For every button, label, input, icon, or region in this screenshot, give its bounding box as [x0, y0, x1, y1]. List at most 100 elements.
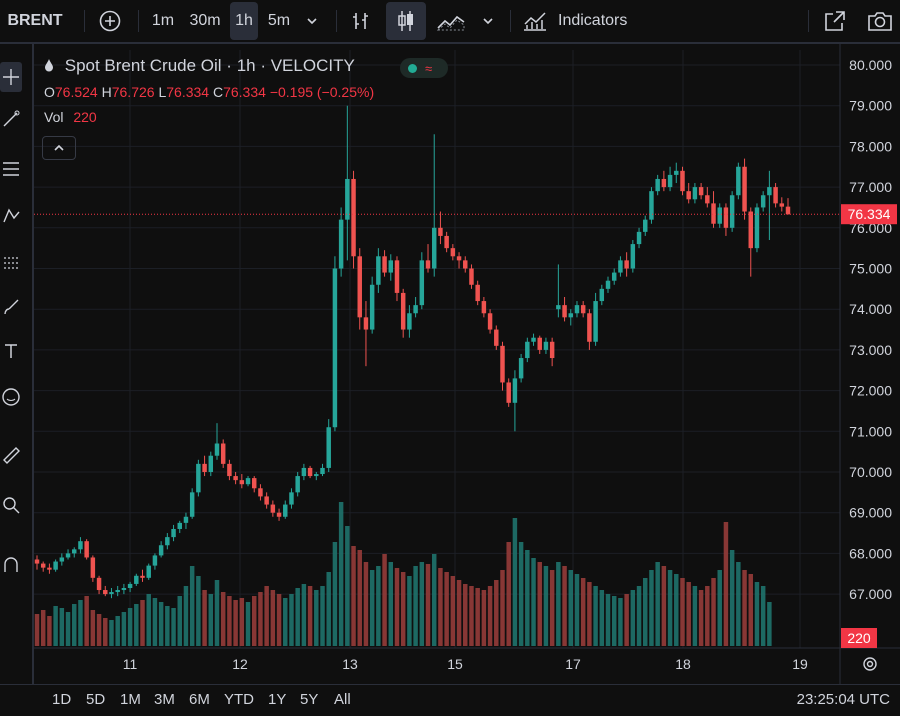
price-chart[interactable]: 67.000 68.000 69.000 70.000 71.000 72.000 73.0… [34, 44, 900, 684]
range-1m[interactable]: 1M [120, 691, 141, 708]
crosshair-icon[interactable] [0, 62, 22, 92]
volume-bar [47, 616, 52, 646]
range-5y[interactable]: 5Y [300, 691, 318, 708]
symbol-title: Spot Brent Crude Oil · 1h · VELOCITY [64, 56, 355, 75]
candle-body [611, 272, 617, 281]
ruler-icon[interactable] [0, 442, 22, 468]
candle-body [177, 522, 182, 529]
volume-bar [276, 594, 282, 646]
status-dot-icon [408, 63, 417, 73]
trend-line-icon[interactable] [0, 106, 22, 132]
candle-body [338, 219, 344, 269]
utc-clock[interactable]: 23:25:04 UTC [797, 691, 890, 708]
candle-body [72, 549, 77, 554]
volume-bar [475, 588, 480, 646]
price-tick-label: 78.000 [849, 138, 892, 154]
candle-body [394, 260, 400, 293]
candle-body [456, 256, 462, 261]
volume-bar [264, 586, 269, 646]
candle-body [115, 590, 120, 593]
candle-body [40, 563, 46, 568]
fullscreen-icon[interactable] [818, 0, 852, 42]
candle-body [518, 358, 524, 379]
chevron-down-icon[interactable] [476, 0, 500, 42]
candle-body [171, 528, 176, 538]
compare-add-icon[interactable] [94, 0, 126, 42]
volume-bar [146, 594, 151, 646]
volume-bar [438, 568, 443, 646]
volume-bar [525, 550, 530, 646]
time-tick-label: 17 [565, 656, 581, 672]
volume-bar [53, 606, 58, 646]
candle-body [587, 313, 592, 342]
candle-body [84, 541, 89, 558]
candle-body [655, 178, 660, 192]
candle-body [779, 203, 785, 207]
interval-1h[interactable]: 1h [230, 2, 258, 40]
candle-body [239, 480, 245, 485]
volume-bar [382, 554, 387, 646]
text-icon[interactable] [0, 338, 22, 364]
candle-body [289, 492, 294, 505]
candle-body [264, 496, 269, 505]
interval-30m[interactable]: 30m [184, 0, 226, 42]
symbol-search-button[interactable]: BRENT [0, 0, 70, 42]
volume-bar [283, 598, 288, 646]
chevron-down-icon[interactable] [300, 0, 324, 42]
range-6m[interactable]: 6M [189, 691, 210, 708]
volume-bar [630, 590, 636, 646]
candle-body [630, 244, 636, 269]
candle-body [618, 260, 623, 273]
volume-bar [419, 562, 425, 646]
candle-body [301, 467, 307, 477]
candle-body [127, 583, 133, 588]
collapse-legend-button[interactable] [42, 136, 76, 160]
volume-bar [680, 578, 685, 646]
brush-icon[interactable] [0, 294, 22, 320]
range-1d[interactable]: 1D [52, 691, 71, 708]
volume-bar [158, 602, 164, 646]
candle-body [376, 256, 381, 285]
volume-bar [96, 614, 102, 646]
candle-body [96, 577, 102, 591]
candle-body [599, 288, 605, 302]
candles-chart-type-icon[interactable] [386, 2, 426, 40]
volume-bar [332, 542, 338, 646]
candle-body [34, 559, 40, 564]
price-tick-label: 70.000 [849, 464, 892, 480]
volume-bar [543, 566, 549, 646]
range-all[interactable]: All [334, 691, 351, 708]
range-ytd[interactable]: YTD [224, 691, 254, 708]
range-5d[interactable]: 5D [86, 691, 105, 708]
volume-bar [239, 598, 245, 646]
interval-1m[interactable]: 1m [146, 0, 180, 42]
pattern-icon[interactable] [0, 202, 22, 228]
volume-bar [636, 586, 642, 646]
candle-body [450, 248, 456, 257]
volume-bar [220, 592, 226, 646]
emoji-icon[interactable] [0, 384, 22, 410]
forecast-icon[interactable] [0, 250, 22, 276]
range-3m[interactable]: 3M [154, 691, 175, 708]
area-chart-type-icon[interactable] [432, 0, 470, 42]
indicators-button[interactable]: Indicators [522, 0, 642, 42]
volume-bar [214, 580, 220, 646]
volume-bar [84, 596, 89, 646]
market-status-badge[interactable]: ≈ [400, 58, 448, 78]
candle-body [134, 575, 139, 584]
bar-chart-type-icon[interactable] [344, 0, 378, 42]
fib-retracement-icon[interactable] [0, 156, 22, 182]
volume-bar [605, 594, 611, 646]
volume-bar [314, 590, 319, 646]
volume-value: 220 [73, 109, 97, 125]
zoom-icon[interactable] [0, 492, 22, 518]
candle-body [717, 207, 722, 224]
open-label: O [44, 84, 55, 100]
interval-5m[interactable]: 5m [262, 0, 296, 42]
candle-body [388, 260, 394, 273]
volume-bar [245, 602, 251, 646]
camera-icon[interactable] [862, 0, 898, 42]
range-1y[interactable]: 1Y [268, 691, 286, 708]
candle-body [425, 260, 431, 269]
magnet-icon[interactable] [0, 552, 22, 578]
